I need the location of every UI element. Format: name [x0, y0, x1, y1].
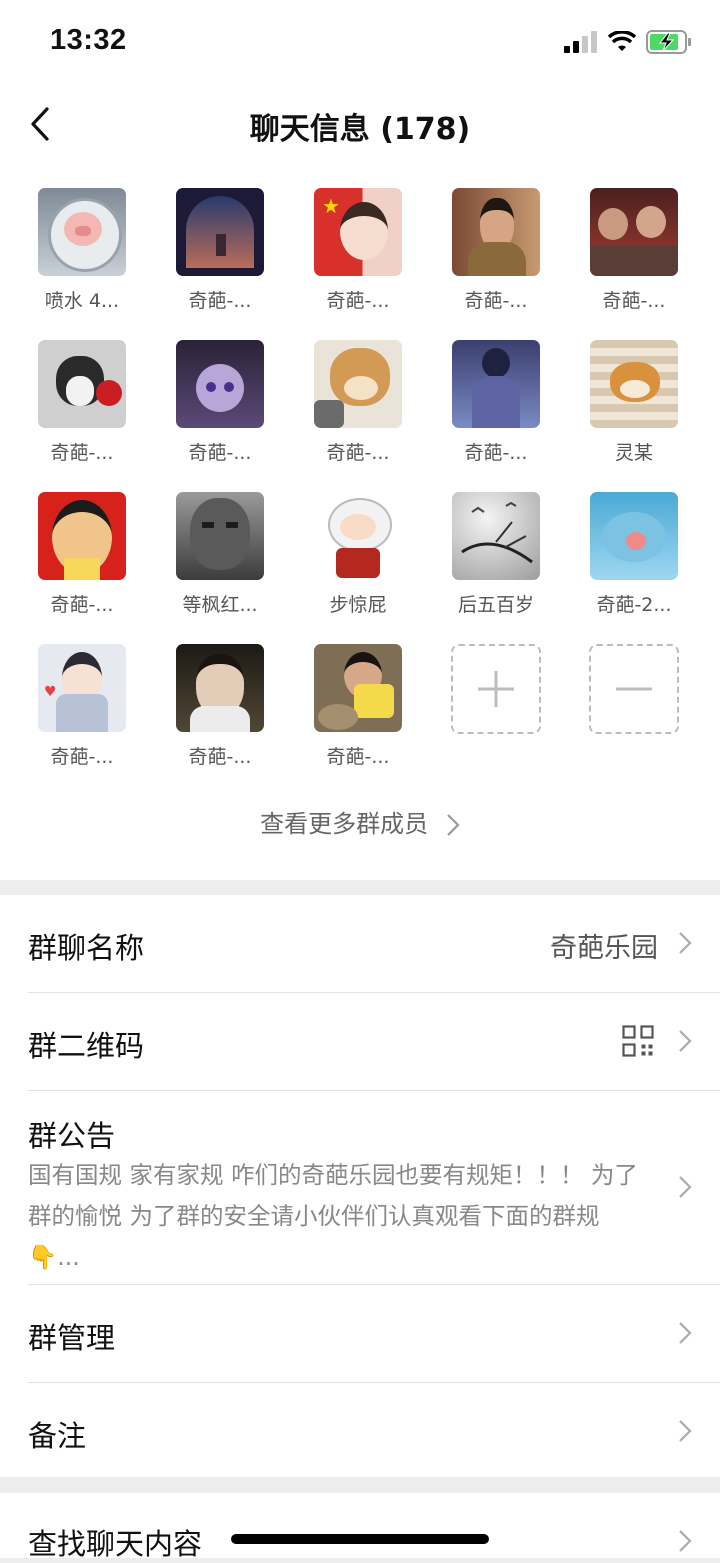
add-member-box: [451, 644, 541, 734]
member-item[interactable]: ★ 奇葩-...: [303, 188, 413, 313]
member-item[interactable]: 后五百岁: [441, 492, 551, 617]
member-avatar: [314, 492, 402, 580]
member-avatar: [452, 188, 540, 276]
member-avatar: [590, 492, 678, 580]
member-item[interactable]: 奇葩-...: [27, 492, 137, 617]
member-name: 奇葩-...: [326, 442, 390, 464]
add-member-button[interactable]: [441, 644, 551, 734]
minus-icon: [616, 687, 652, 691]
member-avatar: ♥: [38, 644, 126, 732]
member-avatar: [452, 492, 540, 580]
signal-icon: [564, 31, 597, 53]
group-notice-label: 群公告: [28, 1119, 116, 1153]
member-item[interactable]: 奇葩-...: [165, 340, 275, 465]
member-avatar: [38, 340, 126, 428]
chevron-right-icon: [679, 1420, 692, 1442]
view-more-label: 查看更多群成员: [260, 810, 429, 838]
group-notice-row[interactable]: 群公告 国有国规 家有家规 咋们的奇葩乐园也要有规矩！！！ 为了群的愉悦 为了群…: [28, 1091, 720, 1285]
qrcode-icon: [622, 1025, 654, 1057]
member-avatar: [176, 340, 264, 428]
group-qrcode-row[interactable]: 群二维码: [28, 993, 720, 1091]
view-more-members-link[interactable]: 查看更多群成员: [0, 804, 720, 839]
member-avatar: ★: [314, 188, 402, 276]
group-manage-label: 群管理: [28, 1321, 116, 1355]
search-chat-row[interactable]: 查找聊天内容: [28, 1493, 720, 1561]
chevron-right-icon: [679, 932, 692, 954]
plus-icon: [478, 671, 514, 707]
member-avatar: [38, 492, 126, 580]
member-avatar: [176, 644, 264, 732]
member-item[interactable]: 奇葩-...: [579, 188, 689, 313]
member-avatar: [38, 188, 126, 276]
battery-charging-icon: [646, 30, 691, 54]
chevron-right-icon: [447, 814, 460, 836]
member-name: 奇葩-...: [188, 442, 252, 464]
remove-member-box: [589, 644, 679, 734]
member-avatar: [314, 340, 402, 428]
member-avatar: [590, 188, 678, 276]
member-name: 奇葩-...: [50, 594, 114, 616]
member-name: 奇葩-...: [602, 290, 666, 312]
member-name: 奇葩-...: [188, 290, 252, 312]
group-name-row[interactable]: 群聊名称 奇葩乐园: [28, 895, 720, 993]
group-notice-text: 国有国规 家有家规 咋们的奇葩乐园也要有规矩！！！ 为了群的愉悦 为了群的安全请…: [28, 1161, 638, 1271]
group-qrcode-label: 群二维码: [28, 1029, 145, 1063]
remark-label: 备注: [28, 1419, 87, 1453]
member-name: 奇葩-...: [464, 290, 528, 312]
group-name-value: 奇葩乐园: [550, 933, 658, 964]
wifi-icon: [608, 31, 636, 51]
member-item[interactable]: 奇葩-...: [165, 644, 275, 769]
member-avatar: [314, 644, 402, 732]
status-icons: [564, 30, 692, 54]
group-name-label: 群聊名称: [28, 931, 145, 965]
member-item[interactable]: 奇葩-2...: [579, 492, 689, 617]
page-title: 聊天信息 (178): [249, 112, 471, 147]
member-name: 奇葩-...: [50, 746, 114, 768]
member-name: 喷水 4...: [44, 290, 120, 312]
member-name: 奇葩-2...: [596, 594, 672, 616]
remove-member-button[interactable]: [579, 644, 689, 734]
member-name: 等枫红...: [182, 594, 258, 616]
member-name: 灵某: [614, 442, 653, 464]
member-name: 奇葩-...: [326, 290, 390, 312]
group-settings-section: 群聊名称 奇葩乐园 群二维码 群公告 国有国规 家有家规 咋们的奇葩乐园也要有规…: [0, 895, 720, 1477]
group-manage-row[interactable]: 群管理: [28, 1285, 720, 1383]
member-item[interactable]: ♥ 奇葩-...: [27, 644, 137, 769]
home-indicator[interactable]: [231, 1534, 489, 1544]
member-avatar: [176, 492, 264, 580]
member-item[interactable]: 等枫红...: [165, 492, 275, 617]
member-name: 奇葩-...: [188, 746, 252, 768]
member-name: 后五百岁: [457, 594, 534, 616]
nav-bar: 聊天信息 (178): [0, 84, 720, 164]
member-item[interactable]: 奇葩-...: [165, 188, 275, 313]
member-item[interactable]: 步惊屁: [303, 492, 413, 617]
status-bar: 13:32: [0, 0, 720, 84]
member-name: 奇葩-...: [464, 442, 528, 464]
member-item[interactable]: 灵某: [579, 340, 689, 465]
member-item[interactable]: 奇葩-...: [441, 340, 551, 465]
chevron-right-icon: [679, 1030, 692, 1052]
member-item[interactable]: 奇葩-...: [441, 188, 551, 313]
member-name: 步惊屁: [329, 594, 387, 616]
member-avatar: [176, 188, 264, 276]
member-panel: 喷水 4... 奇葩-... ★ 奇葩-... 奇葩-... 奇葩-... 奇葩…: [0, 164, 720, 880]
member-item[interactable]: 奇葩-...: [303, 644, 413, 769]
status-time: 13:32: [50, 24, 127, 56]
member-avatar: [590, 340, 678, 428]
member-item[interactable]: 奇葩-...: [303, 340, 413, 465]
member-name: 奇葩-...: [326, 746, 390, 768]
chevron-right-icon: [679, 1322, 692, 1344]
member-item[interactable]: 奇葩-...: [27, 340, 137, 465]
member-name: 奇葩-...: [50, 442, 114, 464]
search-section: 查找聊天内容: [0, 1493, 720, 1561]
chevron-right-icon: [679, 1176, 692, 1198]
search-chat-label: 查找聊天内容: [28, 1527, 203, 1561]
member-item[interactable]: 喷水 4...: [27, 188, 137, 313]
member-avatar: [452, 340, 540, 428]
remark-row[interactable]: 备注: [28, 1383, 720, 1480]
chevron-right-icon: [679, 1530, 692, 1552]
